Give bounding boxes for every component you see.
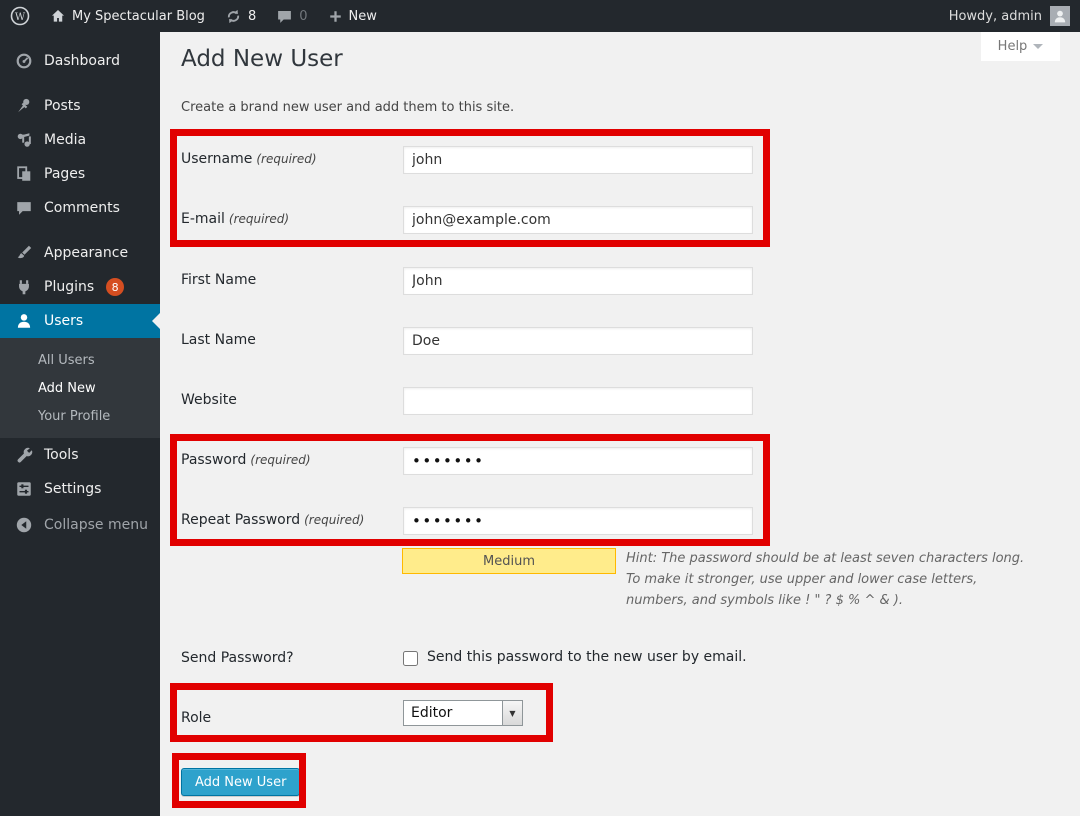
- wp-logo-menu[interactable]: W: [0, 0, 40, 32]
- main-content: Help Add New User Create a brand new use…: [160, 32, 1080, 816]
- add-new-user-button[interactable]: Add New User: [181, 768, 300, 796]
- sidebar-label: Tools: [44, 447, 79, 463]
- repeat-password-input[interactable]: [403, 507, 753, 535]
- updates-icon: [225, 8, 242, 25]
- plus-icon: [328, 9, 343, 24]
- sidebar-label: Dashboard: [44, 53, 120, 69]
- sidebar-label: Collapse menu: [44, 517, 148, 533]
- last-name-label: Last Name: [181, 332, 396, 348]
- first-name-input[interactable]: [403, 267, 753, 295]
- sidebar-item-tools[interactable]: Tools: [0, 438, 160, 472]
- plug-icon: [14, 278, 34, 296]
- password-input[interactable]: [403, 447, 753, 475]
- chevron-down-icon: [1033, 44, 1043, 49]
- new-content-menu[interactable]: New: [318, 0, 387, 32]
- email-label: E-mail(required): [181, 211, 396, 227]
- sliders-icon: [14, 480, 34, 498]
- repeat-password-label: Repeat Password(required): [181, 512, 396, 528]
- active-arrow: [152, 313, 160, 329]
- page-description: Create a brand new user and add them to …: [181, 100, 514, 115]
- dashboard-icon: [14, 52, 34, 70]
- home-icon: [50, 8, 66, 24]
- howdy-text[interactable]: Howdy, admin: [949, 9, 1042, 24]
- users-submenu: All Users Add New Your Profile: [0, 338, 160, 438]
- sidebar-item-plugins[interactable]: Plugins 8: [0, 270, 160, 304]
- comment-bubble-icon: [276, 8, 293, 25]
- svg-text:W: W: [15, 12, 26, 23]
- send-password-label: Send Password?: [181, 650, 396, 666]
- pushpin-icon: [14, 97, 34, 115]
- sidebar-label: Comments: [44, 200, 120, 216]
- sidebar-item-comments[interactable]: Comments: [0, 191, 160, 225]
- sidebar-label: Users: [44, 313, 83, 329]
- role-selected-value: Editor: [404, 705, 502, 721]
- admin-bar: W My Spectacular Blog 8: [0, 0, 1080, 32]
- sidebar-label: Plugins: [44, 279, 94, 295]
- wordpress-admin-page: W My Spectacular Blog 8: [0, 0, 1080, 816]
- admin-sidebar: Dashboard Posts: [0, 32, 160, 816]
- user-icon: [14, 312, 34, 330]
- sidebar-label: Pages: [44, 166, 85, 182]
- password-hint-area: Medium Hint: The password should be at l…: [398, 548, 1038, 611]
- new-label: New: [349, 9, 377, 24]
- sidebar-label: Media: [44, 132, 86, 148]
- page-title: Add New User: [181, 46, 343, 72]
- sidebar-label: Settings: [44, 481, 101, 497]
- sidebar-item-media[interactable]: Media: [0, 123, 160, 157]
- sidebar-item-collapse-menu[interactable]: Collapse menu: [0, 508, 160, 542]
- wrench-icon: [14, 446, 34, 464]
- avatar[interactable]: [1050, 6, 1070, 26]
- site-name: My Spectacular Blog: [72, 9, 205, 24]
- sidebar-item-appearance[interactable]: Appearance: [0, 236, 160, 270]
- first-name-label: First Name: [181, 272, 396, 288]
- comments-menu[interactable]: 0: [266, 0, 317, 32]
- sidebar-item-dashboard[interactable]: Dashboard: [0, 44, 160, 78]
- site-name-menu[interactable]: My Spectacular Blog: [40, 0, 215, 32]
- username-input[interactable]: [403, 146, 753, 174]
- website-label: Website: [181, 392, 396, 408]
- send-password-checkbox-label: Send this password to the new user by em…: [427, 649, 747, 665]
- updates-menu[interactable]: 8: [215, 0, 266, 32]
- update-count: 8: [248, 9, 256, 24]
- role-label: Role: [181, 710, 396, 726]
- collapse-icon: [14, 516, 34, 534]
- sidebar-label: Posts: [44, 98, 81, 114]
- submenu-all-users[interactable]: All Users: [0, 346, 160, 374]
- submenu-your-profile[interactable]: Your Profile: [0, 402, 160, 430]
- wordpress-logo-icon: W: [10, 6, 30, 26]
- submenu-add-new[interactable]: Add New: [0, 374, 160, 402]
- plugins-update-badge: 8: [106, 278, 124, 296]
- role-select[interactable]: Editor ▼: [403, 700, 523, 726]
- media-icon: [14, 131, 34, 149]
- pages-icon: [14, 165, 34, 183]
- sidebar-label: Appearance: [44, 245, 128, 261]
- last-name-input[interactable]: [403, 327, 753, 355]
- select-arrow-icon: ▼: [502, 701, 522, 725]
- help-label: Help: [998, 39, 1028, 54]
- comment-count: 0: [299, 9, 307, 24]
- sidebar-item-settings[interactable]: Settings: [0, 472, 160, 506]
- send-password-checkbox[interactable]: [403, 651, 418, 666]
- password-strength-meter: Medium: [402, 548, 616, 574]
- sidebar-item-posts[interactable]: Posts: [0, 89, 160, 123]
- sidebar-item-pages[interactable]: Pages: [0, 157, 160, 191]
- help-button[interactable]: Help: [981, 32, 1060, 61]
- password-label: Password(required): [181, 452, 396, 468]
- email-input[interactable]: [403, 206, 753, 234]
- sidebar-item-users[interactable]: Users: [0, 304, 160, 338]
- comments-icon: [14, 199, 34, 217]
- password-hint-text: Hint: The password should be at least se…: [626, 551, 1024, 608]
- website-input[interactable]: [403, 387, 753, 415]
- brush-icon: [14, 244, 34, 262]
- username-label: Username(required): [181, 151, 396, 167]
